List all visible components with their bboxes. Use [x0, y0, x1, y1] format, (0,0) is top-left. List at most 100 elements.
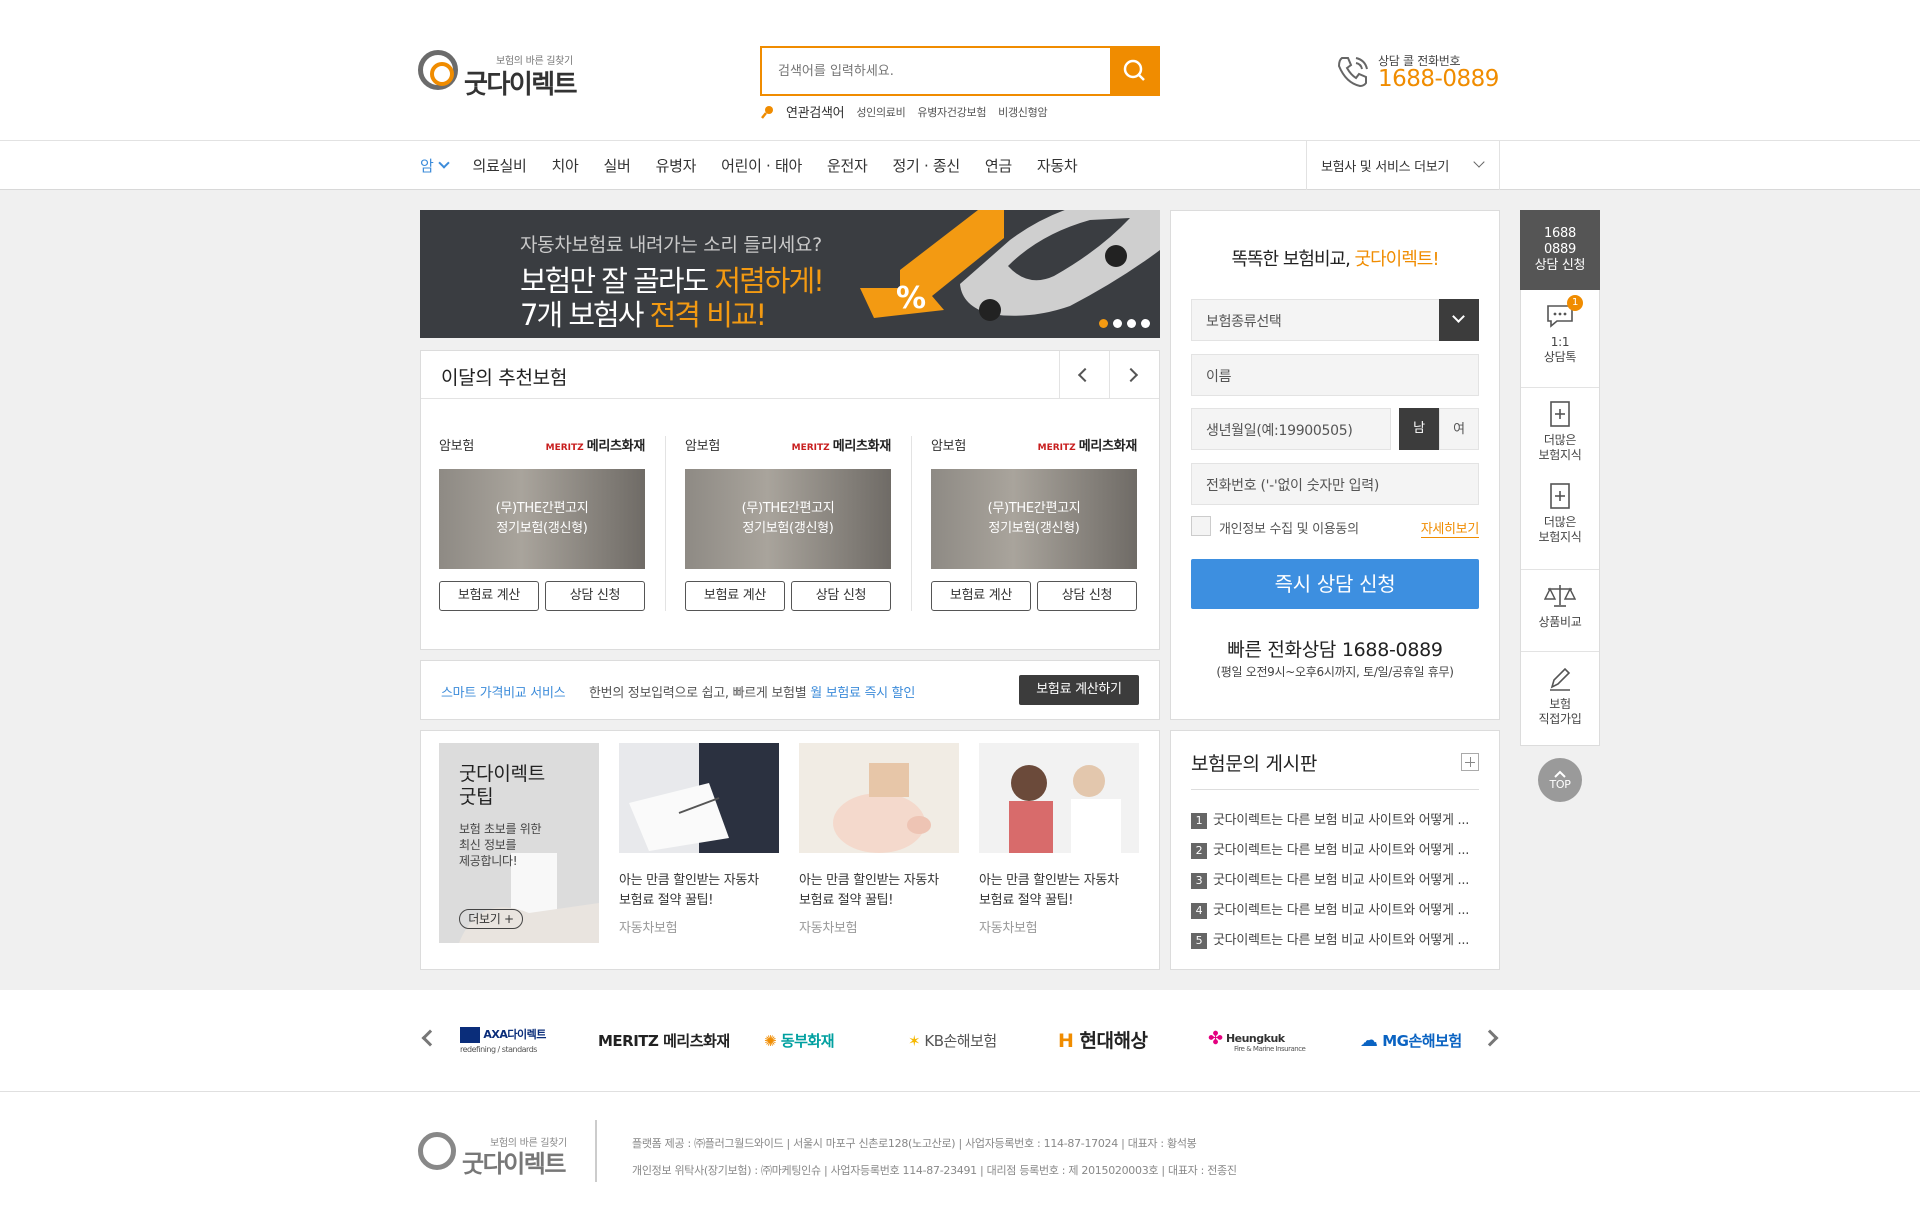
nav-item-life[interactable]: 정기 · 종신: [893, 155, 961, 176]
insurance-type-select[interactable]: 보험종류선택: [1191, 299, 1479, 341]
chat-label: 1:1: [1550, 335, 1570, 349]
insurer-mark: MERITZ: [1037, 443, 1076, 453]
product-image[interactable]: (무)THE간편고지 정기보험(갱신형): [685, 469, 891, 569]
calc-premium-button[interactable]: 보험료 계산: [931, 581, 1031, 611]
nav-item-child[interactable]: 어린이 · 태아: [721, 155, 802, 176]
calc-premium-button[interactable]: 보험료 계산: [685, 581, 785, 611]
board-post[interactable]: 4 굿다이렉트는 다른 보험 비교 사이트와 어떻게 ...: [1191, 899, 1481, 919]
related-keyword[interactable]: 성인의료비: [856, 104, 905, 120]
chat-consult-button[interactable]: 1:1 상담톡: [1521, 303, 1599, 365]
quick-phone-line: 1688: [1544, 226, 1576, 241]
pager-dot[interactable]: [1127, 319, 1136, 328]
nav-item-driver[interactable]: 운전자: [827, 155, 868, 176]
gender-female-button[interactable]: 여: [1439, 408, 1479, 450]
promo-banner[interactable]: 자동차보험료 내려가는 소리 들리세요? 보험만 잘 골라도 저렴하게! 7개 …: [420, 210, 1160, 338]
direct-join-button[interactable]: 보험 직접가입: [1521, 665, 1599, 727]
chevron-down-icon: [1452, 310, 1465, 323]
insurer-name: 메리츠화재: [586, 439, 646, 454]
more-services-dropdown[interactable]: 보험사 및 서비스 더보기: [1306, 140, 1500, 190]
banner-line3: 7개 보험사 전격 비교!: [520, 292, 767, 334]
product-image[interactable]: (무)THE간편고지 정기보험(갱신형): [439, 469, 645, 569]
company-info-line: 플랫폼 제공 : ㈜플러그월드와이드 | 서울시 마포구 신촌로128(노고산로…: [632, 1137, 1197, 1150]
board-post[interactable]: 1 굿다이렉트는 다른 보험 비교 사이트와 어떻게 ...: [1191, 809, 1481, 829]
post-title: 굿다이렉트는 다른 보험 비교 사이트와 어떻게 ...: [1213, 933, 1470, 948]
birthdate-field[interactable]: 생년월일(예:19900505): [1191, 408, 1391, 450]
product-image[interactable]: (무)THE간편고지 정기보험(갱신형): [931, 469, 1137, 569]
submit-consult-button[interactable]: 즉시 상담 신청: [1191, 559, 1479, 609]
phone-field[interactable]: 전화번호 ('-'없이 숫자만 입력): [1191, 463, 1479, 505]
knowledge-button[interactable]: 더많은 보험지식: [1521, 401, 1599, 463]
tip-card[interactable]: 아는 만큼 할인받는 자동차 보험료 절약 꿀팁! 자동차보험: [799, 743, 959, 936]
search-input[interactable]: [762, 48, 1110, 94]
divider: [1521, 387, 1599, 388]
calc-premium-cta[interactable]: 보험료 계산하기: [1019, 675, 1139, 705]
smart-comparison-bar: 스마트 가격비교 서비스 한번의 정보입력으로 쉽고, 빠르게 보험별 월 보험…: [420, 660, 1160, 720]
consult-apply-button[interactable]: 상담 신청: [791, 581, 891, 611]
qna-board: 보험문의 게시판 1 굿다이렉트는 다른 보험 비교 사이트와 어떻게 ... 2…: [1170, 730, 1500, 970]
board-post[interactable]: 2 굿다이렉트는 다른 보험 비교 사이트와 어떻게 ...: [1191, 839, 1481, 859]
logo[interactable]: 보험의 바른 길찾기 굿다이렉트: [418, 48, 578, 100]
consult-apply-button[interactable]: 상담 신청: [1037, 581, 1137, 611]
prev-button[interactable]: [1059, 351, 1109, 399]
chevron-right-icon: [1123, 367, 1139, 383]
pager-dot[interactable]: [1113, 319, 1122, 328]
consent-label: 개인정보 수집 및 이용동의: [1219, 522, 1359, 537]
partner-name: KB손해보험: [924, 1032, 997, 1050]
next-button[interactable]: [1109, 351, 1159, 399]
quick-phone-consult[interactable]: 1688 0889 상담 신청: [1520, 210, 1600, 290]
smart-description: 한번의 정보입력으로 쉽고, 빠르게 보험별 월 보험료 즉시 할인: [589, 682, 915, 701]
partner-logo-meritz[interactable]: MERITZ 메리츠화재: [598, 1030, 730, 1051]
product-category: 암보험: [439, 439, 474, 454]
document-plus-icon: [1550, 401, 1570, 427]
company-info: 플랫폼 제공 : ㈜플러그월드와이드 | 서울시 마포구 신촌로128(노고산로…: [632, 1130, 1237, 1184]
partner-logo-heungkuk[interactable]: ✤ Heungkuk Fire & Marine Insurance: [1208, 1028, 1306, 1053]
name-field[interactable]: 이름: [1191, 354, 1479, 396]
nav-item-pension[interactable]: 연금: [985, 155, 1012, 176]
related-keyword[interactable]: 비갱신형암: [998, 104, 1047, 120]
post-number: 4: [1191, 903, 1207, 919]
board-post[interactable]: 3 굿다이렉트는 다른 보험 비교 사이트와 어떻게 ...: [1191, 869, 1481, 889]
nav-label: 암: [420, 157, 434, 175]
partner-logo-axa[interactable]: AXA다이렉트 redefining / standards: [460, 1026, 546, 1054]
nav-item-car[interactable]: 자동차: [1037, 155, 1078, 176]
knowledge-button[interactable]: 더많은 보험지식: [1521, 483, 1599, 545]
knowledge-label: 더많은: [1543, 433, 1577, 447]
smart-desc-text: 한번의 정보입력으로 쉽고, 빠르게 보험별: [589, 686, 811, 701]
partner-logo-mg[interactable]: ☁ MG손해보험: [1360, 1030, 1462, 1051]
chevron-left-icon: [1077, 367, 1093, 383]
divider: [595, 1120, 597, 1182]
product-card: 암보험 MERITZ 메리츠화재 (무)THE간편고지 정기보험(갱신형) 보험료 …: [685, 435, 891, 615]
compare-button[interactable]: 상품비교: [1521, 583, 1599, 630]
partner-logo-kb[interactable]: ✶ KB손해보험: [908, 1030, 997, 1051]
key-icon: [761, 105, 773, 119]
calc-premium-button[interactable]: 보험료 계산: [439, 581, 539, 611]
scroll-top-button[interactable]: TOP: [1538, 758, 1582, 802]
board-post[interactable]: 5 굿다이렉트는 다른 보험 비교 사이트와 어떻게 ...: [1191, 929, 1481, 949]
partner-name: AXA다이렉트: [483, 1028, 546, 1041]
dropdown-button[interactable]: [1439, 299, 1479, 341]
pager-dot[interactable]: [1141, 319, 1150, 328]
partner-logo-dongbu[interactable]: ✺ 동부화재: [764, 1030, 835, 1051]
pager-dot[interactable]: [1099, 319, 1108, 328]
consult-apply-button[interactable]: 상담 신청: [545, 581, 645, 611]
divider: [1191, 789, 1479, 790]
related-keywords: 연관검색어 성인의료비 유병자건강보험 비갱신형암: [760, 102, 1048, 121]
tip-card[interactable]: 아는 만큼 할인받는 자동차 보험료 절약 꿀팁! 자동차보험: [619, 743, 779, 936]
post-title: 굿다이렉트는 다른 보험 비교 사이트와 어떻게 ...: [1213, 873, 1470, 888]
tips-sub-line: 보험 초보를 위한: [459, 822, 542, 836]
nav-item-dental[interactable]: 치아: [552, 155, 579, 176]
tip-card[interactable]: 아는 만큼 할인받는 자동차 보험료 절약 꿀팁! 자동차보험: [979, 743, 1139, 936]
gender-male-button[interactable]: 남: [1399, 408, 1439, 450]
consent-detail-link[interactable]: 자세히보기: [1420, 518, 1479, 538]
nav-item-medical[interactable]: 의료실비: [473, 155, 527, 176]
search-button[interactable]: [1110, 48, 1158, 94]
nav-item-silver[interactable]: 실버: [604, 155, 631, 176]
nav-item-preexisting[interactable]: 유병자: [656, 155, 697, 176]
partner-logo-hyundai[interactable]: H 현대해상: [1058, 1026, 1148, 1053]
plus-icon[interactable]: [1461, 753, 1479, 771]
related-keyword[interactable]: 유병자건강보험: [917, 104, 986, 120]
phone-contact[interactable]: 상담 콜 전화번호 1688-0889: [1334, 50, 1504, 94]
consent-checkbox[interactable]: [1191, 516, 1211, 536]
tips-more-button[interactable]: 더보기 +: [459, 909, 523, 929]
nav-item-cancer[interactable]: 암: [420, 155, 450, 176]
